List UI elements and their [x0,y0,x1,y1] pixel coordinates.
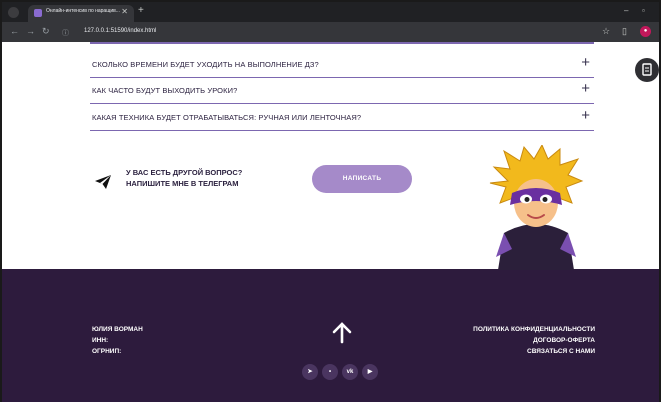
offer-contract-link[interactable]: ДОГОВОР-ОФЕРТА [473,335,595,346]
faq-item[interactable]: КАК ЧАСТО БУДУТ ВЫХОДИТЬ УРОКИ? + [90,78,594,104]
footer: ЮЛИЯ ВОРМАН ИНН: ОГРНИП: ➤ • vk ▶ ПОЛИТИ… [2,269,659,402]
profile-avatar[interactable]: ● [640,26,651,37]
expand-plus-icon[interactable]: + [581,54,590,71]
faq-question: КАК ЧАСТО БУДУТ ВЫХОДИТЬ УРОКИ? [92,86,238,95]
faq-question: КАКАЯ ТЕХНИКА БУДЕТ ОТРАБАТЫВАТЬСЯ: РУЧН… [92,113,362,122]
footer-legal-info: ЮЛИЯ ВОРМАН ИНН: ОГРНИП: [92,324,143,357]
contact-us-link[interactable]: СВЯЗАТЬСЯ С НАМИ [473,346,595,357]
youtube-icon[interactable]: ▶ [362,364,378,380]
restore-icon[interactable]: ▫ [642,6,645,15]
contact-line-1: У ВАС ЕСТЬ ДРУГОЙ ВОПРОС? [126,168,243,177]
owner-name: ЮЛИЯ ВОРМАН [92,326,143,333]
inn-label: ИНН: [92,337,109,344]
social-links: ➤ • vk ▶ [302,364,378,380]
favicon-icon [34,9,42,17]
expand-plus-icon[interactable]: + [581,80,590,97]
page-content: СКОЛЬКО ВРЕМЕНИ БУДЕТ УХОДИТЬ НА ВЫПОЛНЕ… [2,42,659,402]
tab-title: Онлайн-интенсив по наращив... [46,8,120,14]
forward-icon[interactable]: → [26,26,35,36]
tab-search-icon[interactable] [8,7,19,18]
new-tab-icon[interactable]: + [138,5,144,16]
browser-tab[interactable]: Онлайн-интенсив по наращив... ✕ [28,5,134,22]
bookmark-star-icon[interactable]: ☆ [602,26,610,37]
back-icon[interactable]: ← [10,26,19,36]
sidepanel-icon[interactable]: ▯ [622,26,627,37]
expand-plus-icon[interactable]: + [581,107,590,124]
tab-bar: Онлайн-интенсив по наращив... ✕ + – ▫ [2,2,659,22]
contact-prompt: У ВАС ЕСТЬ ДРУГОЙ ВОПРОС? НАПИШИТЕ МНЕ В… [126,167,242,189]
scroll-up-arrow-icon[interactable] [330,321,354,345]
ogrnip-label: ОГРНИП: [92,348,122,355]
faq-question: СКОЛЬКО ВРЕМЕНИ БУДЕТ УХОДИТЬ НА ВЫПОЛНЕ… [92,60,319,69]
close-tab-icon[interactable]: ✕ [121,7,128,16]
faq-item[interactable]: КАКАЯ ТЕХНИКА БУДЕТ ОТРАБАТЫВАТЬСЯ: РУЧН… [90,105,594,131]
minimize-icon[interactable]: – [624,6,628,15]
privacy-policy-link[interactable]: ПОЛИТИКА КОНФИДЕНЦИАЛЬНОСТИ [473,324,595,335]
reload-icon[interactable]: ↻ [42,26,50,37]
faq-top-divider [90,42,594,44]
footer-links: ПОЛИТИКА КОНФИДЕНЦИАЛЬНОСТИ ДОГОВОР-ОФЕР… [473,324,595,357]
contact-line-2: НАПИШИТЕ МНЕ В ТЕЛЕГРАМ [126,179,239,188]
dot-icon[interactable]: • [322,364,338,380]
faq-item[interactable]: СКОЛЬКО ВРЕМЕНИ БУДЕТ УХОДИТЬ НА ВЫПОЛНЕ… [90,52,594,78]
site-info-icon[interactable]: ⓘ [62,28,69,38]
vk-icon[interactable]: vk [342,364,358,380]
browser-toolbar: ← → ↻ ⓘ 127.0.0.1:51590/index.html ☆ ▯ ● [2,22,659,42]
mascot-illustration [489,145,584,270]
document-icon[interactable] [635,58,659,82]
write-button[interactable]: НАПИСАТЬ [312,165,412,193]
address-bar[interactable]: 127.0.0.1:51590/index.html [84,28,156,34]
browser-window: Онлайн-интенсив по наращив... ✕ + – ▫ ← … [0,0,661,402]
paper-plane-icon [95,175,111,189]
telegram-icon[interactable]: ➤ [302,364,318,380]
